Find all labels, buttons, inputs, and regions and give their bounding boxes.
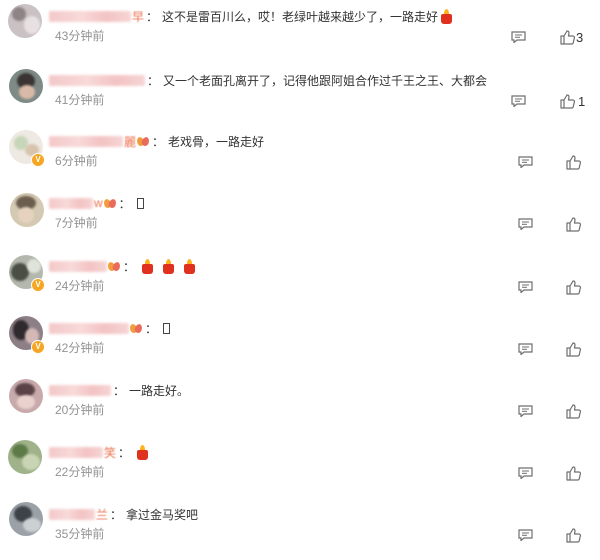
username-tail[interactable]: w	[94, 196, 103, 210]
comment-icon[interactable]	[518, 467, 533, 479]
thumbs-up-icon[interactable]	[560, 94, 575, 109]
comment-time: 6分钟前	[55, 154, 98, 168]
separator: ：	[152, 134, 165, 149]
username[interactable]	[49, 508, 95, 520]
comment-time: 35分钟前	[55, 527, 105, 541]
candle-emoji	[136, 444, 149, 460]
username-tail[interactable]: 麗	[124, 133, 136, 150]
fan-badge-icon	[128, 322, 144, 334]
username[interactable]	[49, 446, 103, 458]
comment-text: 又一个老面孔离开了，记得他跟阿姐合作过千王之王、大都会	[163, 73, 488, 88]
comment-text: 拿过金马奖吧	[126, 507, 199, 522]
username-tail[interactable]: 笑	[104, 444, 116, 461]
thumbs-up-icon[interactable]	[566, 342, 581, 357]
comment-icon[interactable]	[511, 31, 526, 43]
like-count: 1	[578, 94, 586, 109]
comment-time: 7分钟前	[55, 216, 98, 230]
separator: ：	[118, 196, 131, 211]
separator: ：	[118, 445, 131, 460]
thumbs-up-icon[interactable]	[566, 280, 581, 295]
comment-time: 24分钟前	[55, 279, 105, 293]
fan-badge-icon	[135, 135, 151, 147]
comment-icon[interactable]	[518, 343, 533, 355]
comment-time: 43分钟前	[55, 29, 105, 43]
username[interactable]	[49, 135, 123, 147]
comment-item: V 麗 ： 老戏骨，一路走好 6分钟前	[0, 125, 600, 187]
avatar[interactable]	[9, 379, 43, 413]
candle-emoji	[440, 8, 453, 24]
missing-glyph-emoji	[136, 197, 144, 209]
thumbs-up-icon[interactable]	[566, 404, 581, 419]
comment-icon[interactable]	[518, 218, 533, 230]
comment-icon[interactable]	[518, 281, 533, 293]
thumbs-up-icon[interactable]	[566, 217, 581, 232]
comment-time: 20分钟前	[55, 403, 105, 417]
comment-item: V ： 24分钟前	[0, 250, 600, 312]
candle-emoji	[183, 258, 196, 274]
comment-icon[interactable]	[518, 529, 533, 541]
avatar[interactable]	[8, 4, 42, 38]
username-tail[interactable]: 兰	[96, 506, 108, 523]
verified-badge-icon: V	[31, 153, 45, 167]
thumbs-up-icon[interactable]	[566, 155, 581, 170]
candle-emoji	[162, 258, 175, 274]
avatar[interactable]	[9, 502, 43, 536]
like-count: 3	[576, 30, 584, 45]
separator: ：	[147, 73, 160, 88]
thumbs-up-icon[interactable]	[560, 30, 575, 45]
separator: ：	[146, 9, 159, 24]
verified-badge-icon: V	[31, 278, 45, 292]
username-tail[interactable]: 早	[132, 8, 144, 25]
username[interactable]	[49, 10, 131, 22]
username[interactable]	[49, 74, 145, 86]
verified-badge-icon: V	[31, 340, 45, 354]
comment-item: ： 又一个老面孔离开了，记得他跟阿姐合作过千王之王、大都会 41分钟前 1	[0, 64, 600, 126]
separator: ：	[123, 259, 136, 274]
comment-time: 42分钟前	[55, 341, 105, 355]
fan-badge-icon	[106, 260, 122, 272]
comment-item: 笑 ： 22分钟前	[0, 436, 600, 498]
comment-icon[interactable]	[518, 156, 533, 168]
comment-text: 老戏骨，一路走好	[168, 134, 265, 149]
username[interactable]	[49, 384, 111, 396]
comment-item: ： 一路走好。 20分钟前	[0, 374, 600, 436]
separator: ：	[110, 507, 123, 522]
username[interactable]	[49, 260, 107, 272]
comment-icon[interactable]	[518, 405, 533, 417]
comment-item: 早 ： 这不是雷百川么，哎！老绿叶越来越少了，一路走好 43分钟前 3	[0, 0, 600, 62]
avatar[interactable]	[10, 193, 44, 227]
comment-item: 兰 ： 拿过金马奖吧 35分钟前	[0, 498, 600, 560]
comment-time: 41分钟前	[55, 93, 105, 107]
comment-item: V ： 42分钟前	[0, 312, 600, 374]
missing-glyph-emoji	[163, 322, 171, 334]
thumbs-up-icon[interactable]	[566, 466, 581, 481]
comment-time: 22分钟前	[55, 465, 105, 479]
thumbs-up-icon[interactable]	[566, 528, 581, 543]
separator: ：	[145, 321, 158, 336]
separator: ：	[113, 383, 126, 398]
avatar[interactable]	[8, 440, 42, 474]
fan-badge-icon	[102, 197, 117, 209]
comment-item: w ： 7分钟前	[0, 187, 600, 249]
avatar[interactable]	[9, 69, 43, 103]
candle-emoji	[141, 258, 154, 274]
comment-text: 一路走好。	[129, 383, 190, 398]
comment-text: 这不是雷百川么，哎！老绿叶越来越少了，一路走好	[162, 9, 439, 24]
username[interactable]	[49, 322, 129, 334]
username[interactable]	[49, 197, 93, 209]
comment-icon[interactable]	[511, 95, 526, 107]
